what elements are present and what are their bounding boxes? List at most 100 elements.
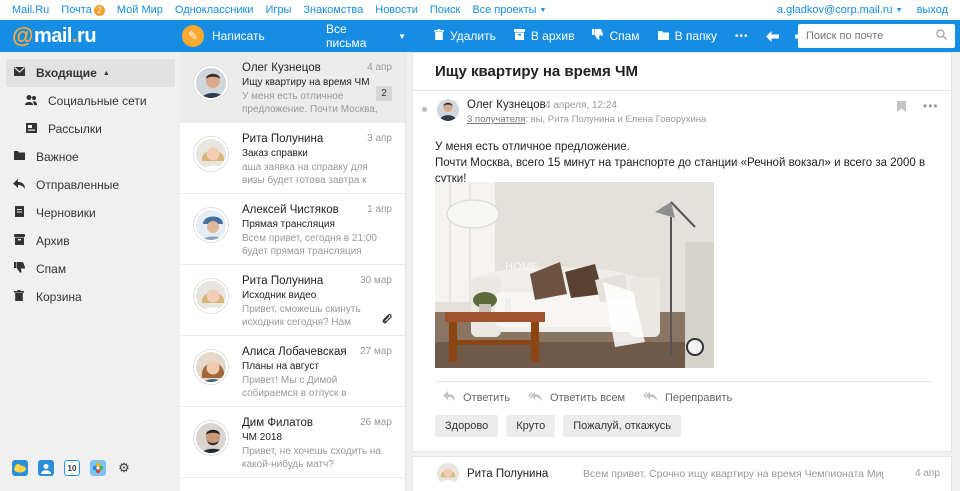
topnav-label: Мой Мир [116,4,163,16]
thread-count-badge: 2 [376,86,392,101]
avatar [194,66,228,100]
inbox-icon [12,67,26,79]
folder-newsletters[interactable]: Рассылки [6,115,175,143]
apartment-photo[interactable]: HOME [435,182,714,368]
folder-label: Спам [36,262,67,276]
folder-label: Социальные сети [48,94,147,108]
divider [435,381,931,382]
list-item[interactable]: Олег Кузнецов 4 апр Ищу квартиру на врем… [180,52,405,123]
list-item[interactable]: Алексей Чистяков 1 апр Прямая трансляция… [180,194,405,265]
folder-label: Важное [36,150,79,164]
message-subject: Заказ справки [242,148,308,159]
pencil-icon: ✎ [182,25,204,47]
folder-social[interactable]: Социальные сети [6,87,175,115]
message-subject: Прямая трансляция [242,219,335,230]
folder-label: Рассылки [48,122,102,136]
collapsed-message[interactable]: Рита Полунина Всем привет. Срочно ищу кв… [412,456,952,491]
folder-label: Архив [36,234,70,248]
avatar [194,350,228,384]
more-options-icon[interactable]: ••• [923,99,939,113]
topnav-label: Новости [375,4,418,16]
message-snippet: У меня есть отличное предложение. Почти … [242,91,378,115]
topnav-dating[interactable]: Знакомства [303,4,363,16]
gear-icon[interactable]: ⚙ [116,460,132,476]
topnav-label: Игры [265,4,292,16]
svg-text:HOME: HOME [505,261,538,273]
message-subject: Ищу квартиру на время ЧМ [242,77,370,88]
chevron-down-icon: ▼ [539,6,547,14]
spam-button[interactable]: Спам [592,20,640,52]
topnav-odnoklassniki[interactable]: Одноклассники [175,4,254,16]
folder-label: Входящие [36,66,97,80]
compose-button[interactable]: ✎ Написать [180,20,326,52]
delete-label: Удалить [450,29,496,43]
list-item[interactable]: Рита Полунина 30 мар Исходник видео Прив… [180,265,405,336]
arrow-left-icon[interactable] [766,20,780,52]
delete-button[interactable]: Удалить [434,20,496,52]
thread-title: Ищу квартиру на время ЧМ [435,63,638,80]
message-date: 1 апр [367,204,392,215]
message-subject: Планы на август [242,361,319,372]
avatar [437,463,459,485]
filter-dropdown[interactable]: Все письма ▼ [326,22,406,50]
search-icon[interactable] [936,29,947,43]
folder-inbox[interactable]: Входящие ▲ [6,59,175,87]
cloud-icon[interactable] [12,460,28,476]
quick-reply-button[interactable]: Пожалуй, откажусь [563,415,681,437]
forward-button[interactable]: Переправить [643,391,732,404]
folder-sent[interactable]: Отправленные [6,171,175,199]
sender-name[interactable]: Олег Кузнецов [467,99,546,111]
read-status-dot[interactable] [422,107,427,112]
topnav-search[interactable]: Поиск [430,4,460,16]
message-date: 3 апр [367,133,392,144]
quick-reply-button[interactable]: Здорово [435,415,499,437]
contacts-icon[interactable] [38,460,54,476]
reading-pane: Ищу квартиру на время ЧМ Олег Кузнецов 4… [412,52,952,452]
folder-trash[interactable]: Корзина [6,283,175,311]
move-to-folder-button[interactable]: В папку [657,20,717,52]
topnav-mail[interactable]: Почта 2 [61,4,105,16]
archive-icon [12,234,26,248]
folder-spam[interactable]: Спам [6,255,175,283]
message-date: 30 мар [360,275,392,286]
more-actions-button[interactable]: ••• [735,20,749,52]
logout-link[interactable]: выход [917,4,948,16]
topnav-my-world[interactable]: Мой Мир [117,4,163,16]
calendar-icon[interactable]: 10 [64,460,80,476]
topnav-label: Mail.Ru [12,4,50,16]
reply-all-button[interactable]: Ответить всем [528,391,625,404]
message-datetime: 4 апреля, 12:24 [545,100,617,111]
topnav-mailru[interactable]: Mail.Ru [12,4,49,16]
collapsed-sender: Рита Полунина [467,468,549,480]
logo-tld: ru [77,24,97,47]
search-box [798,24,955,48]
quick-reply-button[interactable]: Круто [506,415,556,437]
chevron-down-icon: ▼ [398,31,406,41]
folder-drafts[interactable]: Черновики [6,199,175,227]
topnav-all-projects[interactable]: Все проекты ▼ [472,4,546,16]
reply-button[interactable]: Ответить [443,391,510,404]
search-input[interactable] [806,30,926,42]
list-item[interactable]: Рита Полунина 3 апр Заказ справки аша за… [180,123,405,194]
archive-button[interactable]: В архив [513,20,574,52]
message-date: 26 мар [360,417,392,428]
folder-important[interactable]: Важное [6,143,175,171]
recipients-link[interactable]: 3 получателя [467,114,525,125]
topnav-news[interactable]: Новости [375,4,418,16]
topnav-account-area: a.gladkov@corp.mail.ru ▼ выход [763,4,948,16]
list-item[interactable]: Дим Филатов 26 мар ЧМ 2018 Привет, не хо… [180,407,405,478]
body-line: У меня есть отличное предложение. [435,141,630,153]
flower-icon[interactable] [90,460,106,476]
forward-label: Переправить [665,391,733,404]
avatar [194,279,228,313]
list-item[interactable]: Алиса Лобачевская 27 мар Планы на август… [180,336,405,407]
topnav-games[interactable]: Игры [265,4,291,16]
folder-archive[interactable]: Архив [6,227,175,255]
bookmark-icon[interactable] [897,101,906,115]
topnav-label: Почта [61,4,92,16]
unread-badge: 2 [93,4,105,16]
account-menu[interactable]: a.gladkov@corp.mail.ru ▼ [777,4,903,16]
folder-icon [657,29,669,43]
message-date: 4 апр [367,62,392,73]
mailru-logo[interactable]: @ mail. ru [0,20,180,52]
